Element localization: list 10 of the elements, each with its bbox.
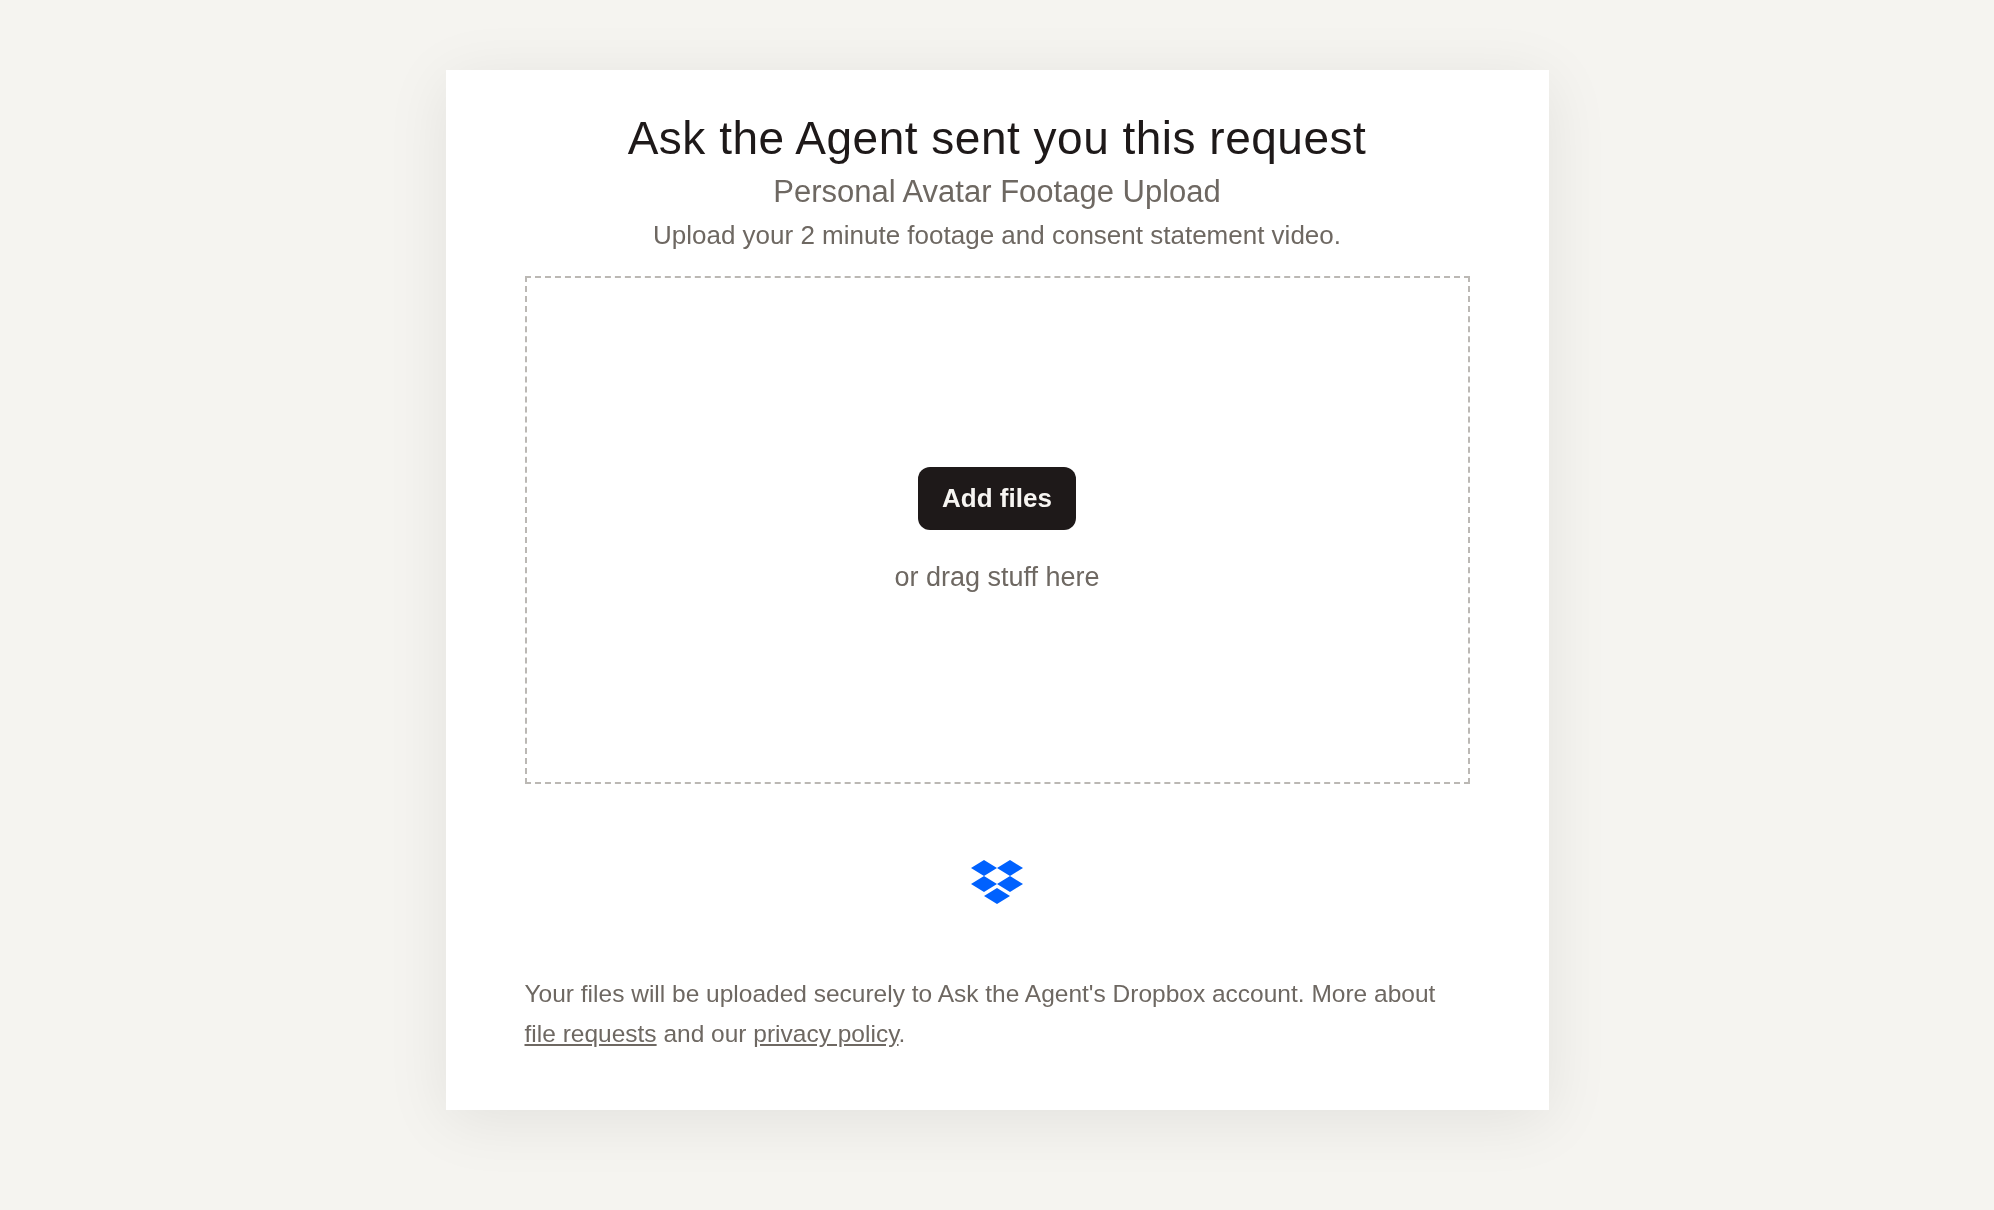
upload-notice: Your files will be uploaded securely to Ask the Agent's Dropbox account. More about file requests and our privacy policy. [524,979,1437,1049]
footer-link[interactable]: file requests [524,1020,657,1047]
request-title: Ask the Agent sent you this request [626,111,1368,166]
drop-zone[interactable]: Add files or drag stuff here [524,276,1470,784]
add-files-button[interactable]: Add files [918,467,1076,530]
request-subtitle: Personal Avatar Footage Upload [772,173,1222,211]
request-description: Upload your 2 minute footage and consent statement video. [652,219,1342,252]
box-logo-icon [971,860,1023,904]
drag-hint: or drag stuff here [894,562,1100,593]
footer-link[interactable]: privacy policy [753,1020,899,1047]
